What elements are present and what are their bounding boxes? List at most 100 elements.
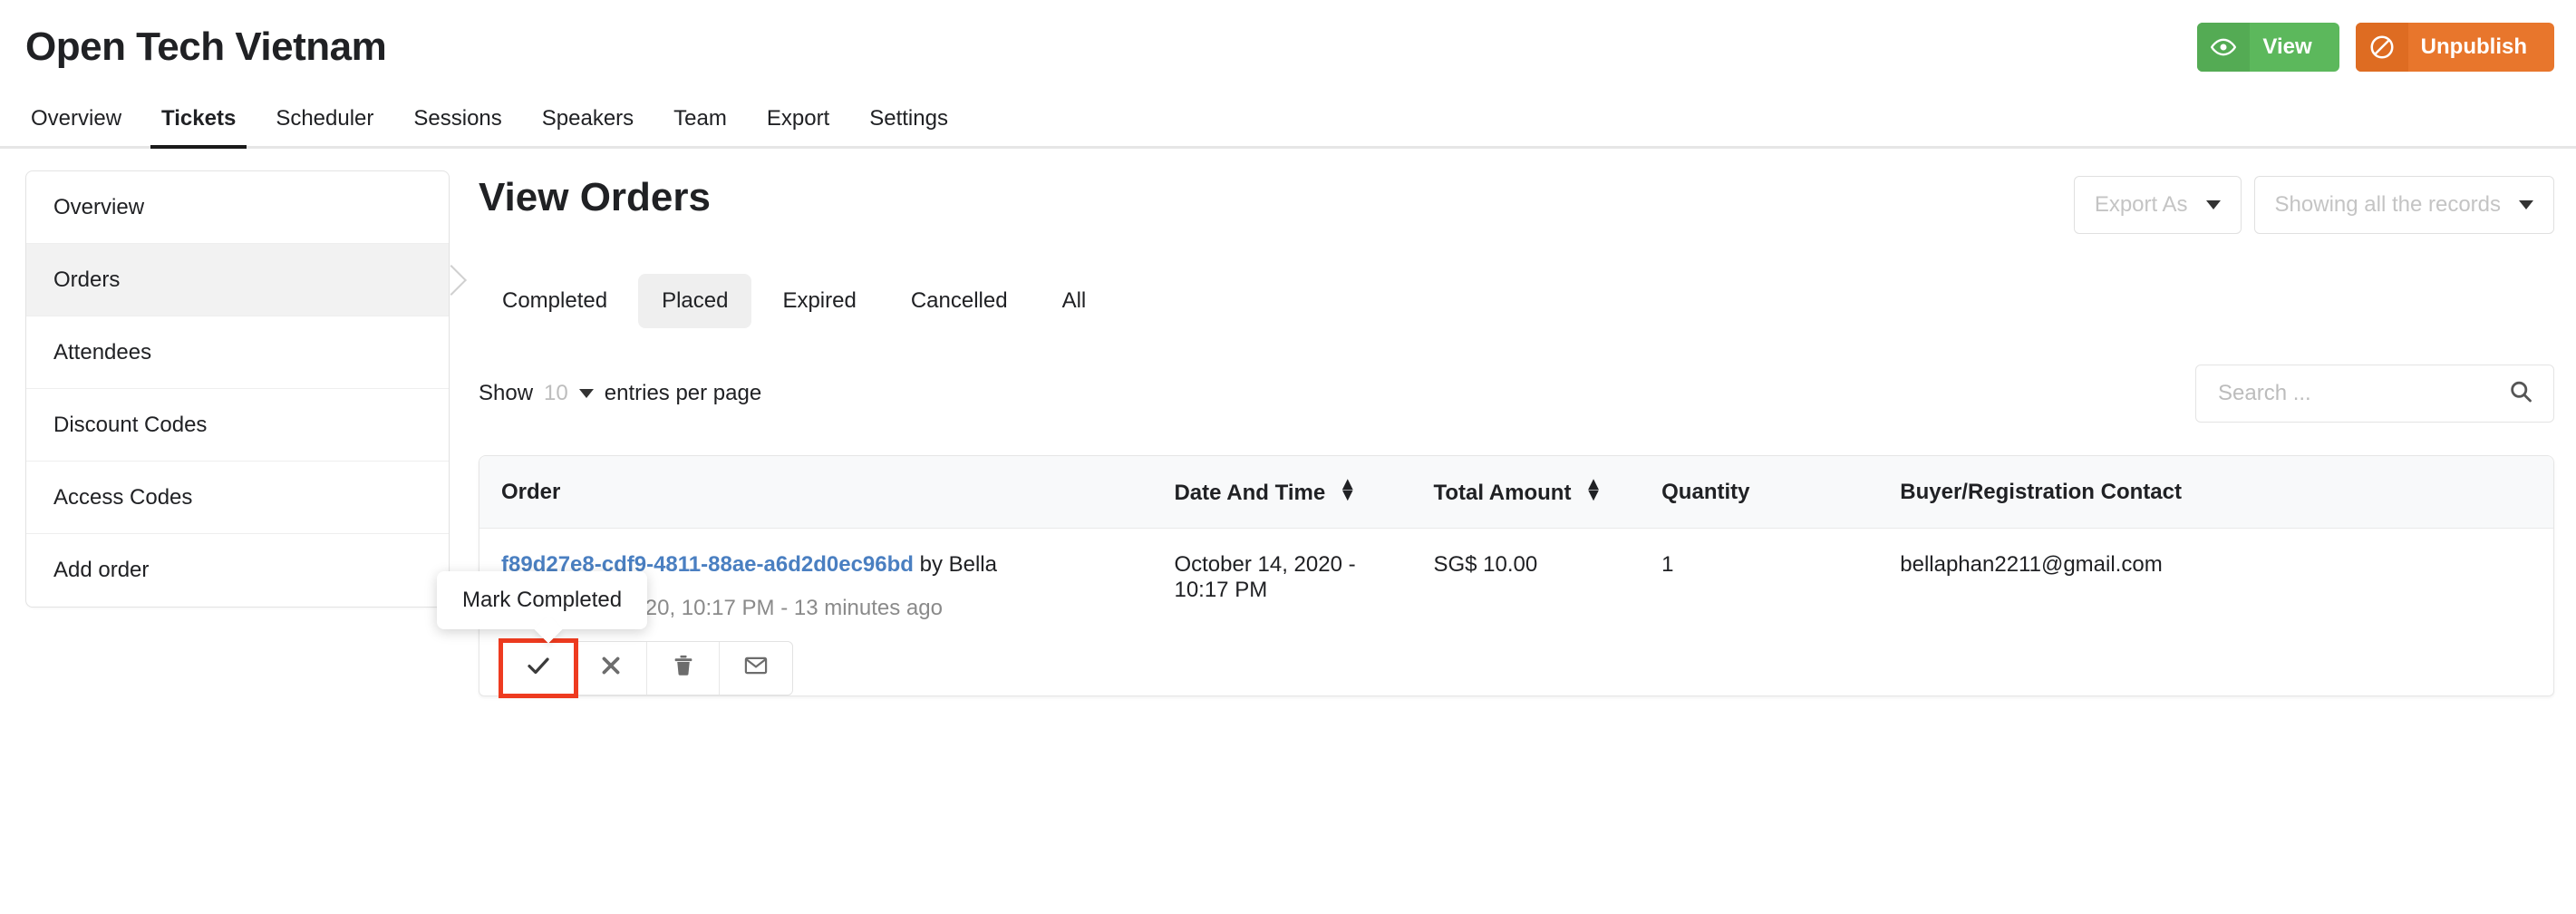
sort-icon[interactable]: ▲ ▼ xyxy=(1584,475,1603,504)
filter-tab-completed[interactable]: Completed xyxy=(479,274,631,328)
resend-email-button[interactable] xyxy=(720,642,792,695)
tickets-sidebar: Overview Orders Attendees Discount Codes… xyxy=(25,170,450,608)
table-toolbar: Show 10 entries per page xyxy=(479,365,2554,423)
header-actions: View Unpublish xyxy=(2197,23,2554,72)
envelope-icon xyxy=(743,653,769,685)
records-filter-label: Showing all the records xyxy=(2274,192,2501,217)
filter-tab-cancelled[interactable]: Cancelled xyxy=(887,274,1031,328)
column-header-order: Order xyxy=(479,456,1175,529)
filter-tab-label: Completed xyxy=(502,288,608,313)
mark-completed-tooltip: Mark Completed xyxy=(437,571,648,629)
cell-total-amount: SG$ 10.00 xyxy=(1433,552,1538,577)
sidebar-item-overview[interactable]: Overview xyxy=(26,171,449,244)
tab-sessions[interactable]: Sessions xyxy=(393,106,521,146)
column-header-label: Order xyxy=(501,479,561,504)
delete-order-button[interactable] xyxy=(647,642,720,695)
main-content: View Orders Export As Showing all the re… xyxy=(437,170,2554,698)
sidebar-item-label: Attendees xyxy=(53,339,152,365)
tab-tickets[interactable]: Tickets xyxy=(141,106,256,149)
tab-speakers[interactable]: Speakers xyxy=(522,106,654,146)
cell-date-and-time: October 14, 2020 - 10:17 PM xyxy=(1174,552,1356,602)
eye-icon xyxy=(2197,23,2251,72)
unpublish-button[interactable]: Unpublish xyxy=(2355,23,2554,72)
main-header-row: View Orders Export As Showing all the re… xyxy=(479,170,2554,234)
column-header-buyer-contact: Buyer/Registration Contact xyxy=(1900,456,2553,529)
tab-export-label: Export xyxy=(766,106,830,131)
tab-team[interactable]: Team xyxy=(654,106,747,146)
filter-tab-placed[interactable]: Placed xyxy=(638,274,752,328)
sidebar-item-attendees[interactable]: Attendees xyxy=(26,316,449,389)
sidebar-item-label: Access Codes xyxy=(53,484,193,510)
chevron-down-icon[interactable] xyxy=(578,389,594,398)
main-nav-tabs: Overview Tickets Scheduler Sessions Spea… xyxy=(0,94,2576,149)
header-controls: Export As Showing all the records xyxy=(2073,170,2554,234)
tab-sessions-label: Sessions xyxy=(413,106,502,131)
trash-icon xyxy=(671,653,696,685)
tab-scheduler-label: Scheduler xyxy=(276,106,374,131)
search-box[interactable] xyxy=(2195,365,2554,423)
column-header-label: Quantity xyxy=(1661,479,1750,504)
records-filter-dropdown[interactable]: Showing all the records xyxy=(2253,176,2554,234)
tab-scheduler[interactable]: Scheduler xyxy=(256,106,393,146)
cell-order: f89d27e8-cdf9-4811-88ae-a6d2d0ec96bd by … xyxy=(437,529,1174,698)
view-button[interactable]: View xyxy=(2197,23,2339,72)
sidebar-item-orders[interactable]: Orders xyxy=(26,244,449,316)
tab-speakers-label: Speakers xyxy=(541,106,634,131)
body-wrapper: Overview Orders Attendees Discount Codes… xyxy=(0,149,2576,698)
tab-tickets-label: Tickets xyxy=(161,106,237,131)
tab-overview[interactable]: Overview xyxy=(25,106,141,146)
sidebar-item-add-order[interactable]: Add order xyxy=(26,534,449,607)
orders-table-card: Order Date And Time ▲ ▼ Total Amount ▲ ▼ Q… xyxy=(437,455,2554,698)
show-entries-control: Show 10 entries per page xyxy=(479,381,761,406)
column-header-label: Buyer/Registration Contact xyxy=(1900,479,2182,504)
export-as-dropdown[interactable]: Export As xyxy=(2073,176,2242,234)
sidebar-item-discount-codes[interactable]: Discount Codes xyxy=(26,389,449,462)
check-icon xyxy=(525,652,552,686)
order-buyer-name: by Bella xyxy=(913,552,997,577)
cell-buyer-contact: bellaphan2211@gmail.com xyxy=(1900,552,2163,577)
column-header-date-and-time[interactable]: Date And Time ▲ ▼ xyxy=(1174,456,1434,529)
filter-tab-label: All xyxy=(1061,288,1087,313)
column-header-quantity: Quantity xyxy=(1661,456,1901,529)
view-button-label: View xyxy=(2262,34,2312,59)
show-entries-prefix: Show xyxy=(479,381,534,405)
orders-table-body: f89d27e8-cdf9-4811-88ae-a6d2d0ec96bd by … xyxy=(437,529,2553,698)
no-entry-icon xyxy=(2355,23,2408,72)
column-header-label: Date And Time xyxy=(1174,481,1326,505)
filter-tab-label: Expired xyxy=(782,288,857,313)
filter-tab-label: Cancelled xyxy=(910,288,1008,313)
tab-overview-label: Overview xyxy=(31,106,122,131)
show-entries-suffix: entries per page xyxy=(604,381,762,405)
sort-icon[interactable]: ▲ ▼ xyxy=(1339,475,1357,504)
orders-table-head: Order Date And Time ▲ ▼ Total Amount ▲ ▼ Q… xyxy=(479,456,2553,529)
event-title: Open Tech Vietnam xyxy=(25,24,387,69)
tab-settings[interactable]: Settings xyxy=(849,106,968,146)
sidebar-item-label: Overview xyxy=(53,194,145,219)
sidebar-item-label: Discount Codes xyxy=(53,412,208,437)
entries-per-page-value[interactable]: 10 xyxy=(544,381,568,406)
sidebar-item-label: Orders xyxy=(53,267,121,292)
sidebar-item-label: Add order xyxy=(53,558,150,582)
column-header-label: Total Amount xyxy=(1433,481,1572,505)
sidebar-item-access-codes[interactable]: Access Codes xyxy=(26,462,449,534)
order-status-filter-tabs: Completed Placed Expired Cancelled All xyxy=(479,274,2554,328)
tab-export[interactable]: Export xyxy=(747,106,849,146)
page-title: View Orders xyxy=(479,175,711,219)
order-actions-group: Mark Completed xyxy=(437,571,793,698)
page-header: Open Tech Vietnam View Unpublish xyxy=(0,0,2576,94)
unpublish-button-label: Unpublish xyxy=(2420,34,2527,59)
table-header-row: Order Date And Time ▲ ▼ Total Amount ▲ ▼ Q… xyxy=(479,456,2553,529)
tab-team-label: Team xyxy=(673,106,727,131)
x-icon xyxy=(599,654,623,684)
filter-tab-all[interactable]: All xyxy=(1039,274,1110,328)
export-as-label: Export As xyxy=(2094,192,2188,217)
column-header-total-amount[interactable]: Total Amount ▲ ▼ xyxy=(1433,456,1662,529)
mark-completed-button[interactable] xyxy=(499,638,578,698)
chevron-down-icon xyxy=(2519,200,2533,209)
table-row: f89d27e8-cdf9-4811-88ae-a6d2d0ec96bd by … xyxy=(437,529,2553,698)
cancel-order-button[interactable] xyxy=(575,642,647,695)
filter-tab-expired[interactable]: Expired xyxy=(759,274,879,328)
orders-table: Order Date And Time ▲ ▼ Total Amount ▲ ▼ Q… xyxy=(437,456,2553,698)
search-input[interactable] xyxy=(2196,365,2553,422)
filter-tab-label: Placed xyxy=(662,288,729,313)
